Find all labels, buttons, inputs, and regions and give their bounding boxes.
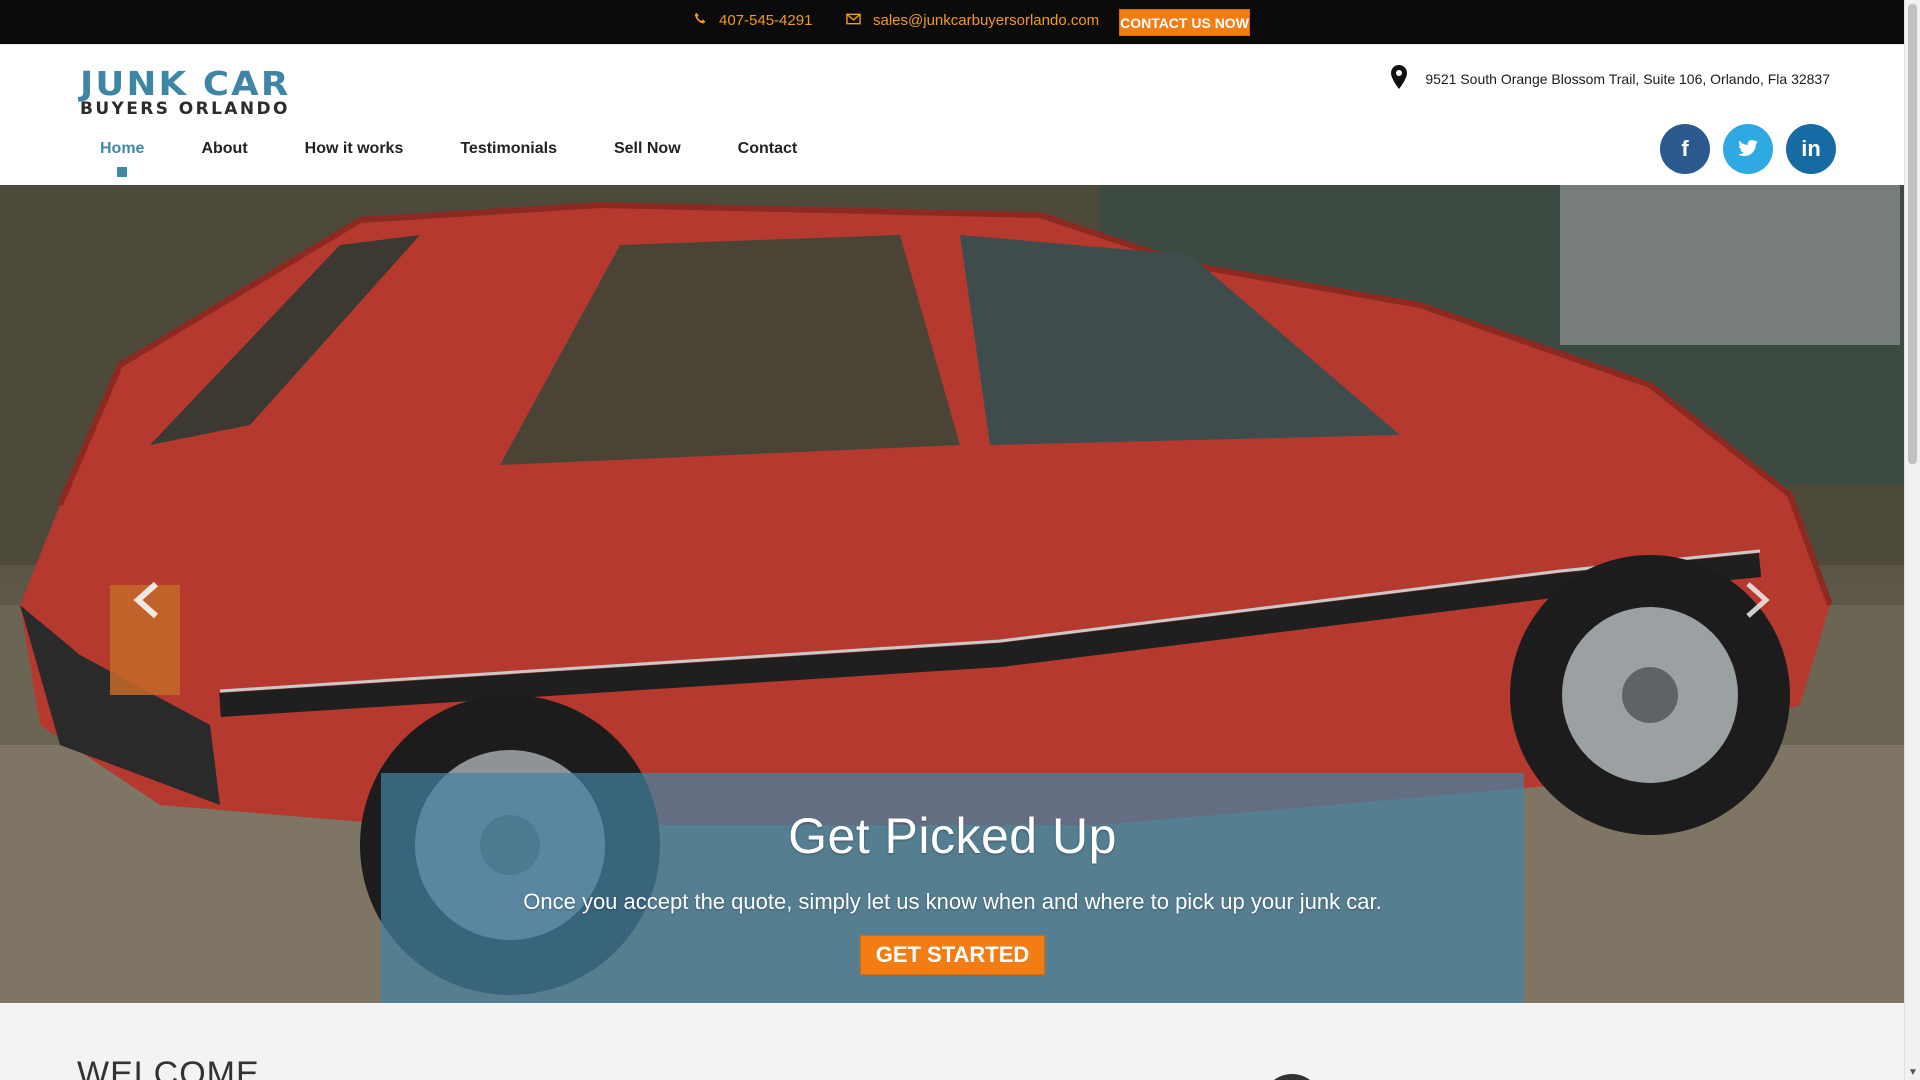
hero-slider: Get Picked Up Once you accept the quote,… [0,185,1904,1003]
address-text: 9521 South Orange Blossom Trail, Suite 1… [1425,70,1830,87]
nav-how-it-works[interactable]: How it works [305,140,404,158]
logo-line2: BUYERS ORLANDO [80,99,290,119]
envelope-icon [846,12,861,29]
nav-home[interactable]: Home [100,140,144,177]
site-header: JUNK CAR BUYERS ORLANDO 9521 South Orang… [0,44,1904,185]
address-block: 9521 South Orange Blossom Trail, Suite 1… [1391,65,1830,92]
main-nav: Home About How it works Testimonials Sel… [100,140,798,177]
phone-text: 407-545-4291 [719,12,813,29]
email-text: sales@junkcarbuyersorlando.com [873,12,1100,29]
hero-title: Get Picked Up [788,808,1117,864]
linkedin-icon[interactable]: in [1786,124,1836,174]
nav-testimonials[interactable]: Testimonials [460,140,557,158]
nav-about[interactable]: About [201,140,247,158]
facebook-icon[interactable]: f [1660,124,1710,174]
phone-link[interactable]: 407-545-4291 [694,12,812,29]
map-pin-icon [1391,65,1408,92]
section-graphic [1262,1074,1322,1080]
hero-caption: Get Picked Up Once you accept the quote,… [381,773,1524,1003]
hero-text: Once you accept the quote, simply let us… [523,889,1382,914]
contact-us-button[interactable]: CONTACT US NOW [1119,9,1250,36]
email-link[interactable]: sales@junkcarbuyersorlando.com [846,12,1099,29]
nav-sell-now[interactable]: Sell Now [614,140,681,158]
phone-icon [694,12,707,29]
twitter-icon[interactable] [1723,124,1773,174]
nav-contact[interactable]: Contact [738,140,798,158]
welcome-heading: WELCOME [77,1055,260,1080]
top-bar: 407-545-4291 sales@junkcarbuyersorlando.… [0,0,1904,44]
site-logo[interactable]: JUNK CAR BUYERS ORLANDO [80,67,290,118]
scrollbar-thumb[interactable] [1908,4,1917,464]
logo-line1: JUNK CAR [80,64,291,103]
page-scrollbar[interactable]: ▼ [1904,0,1920,1080]
scroll-down-arrow-icon[interactable]: ▼ [1908,1067,1918,1078]
get-started-button[interactable]: GET STARTED [859,935,1046,975]
